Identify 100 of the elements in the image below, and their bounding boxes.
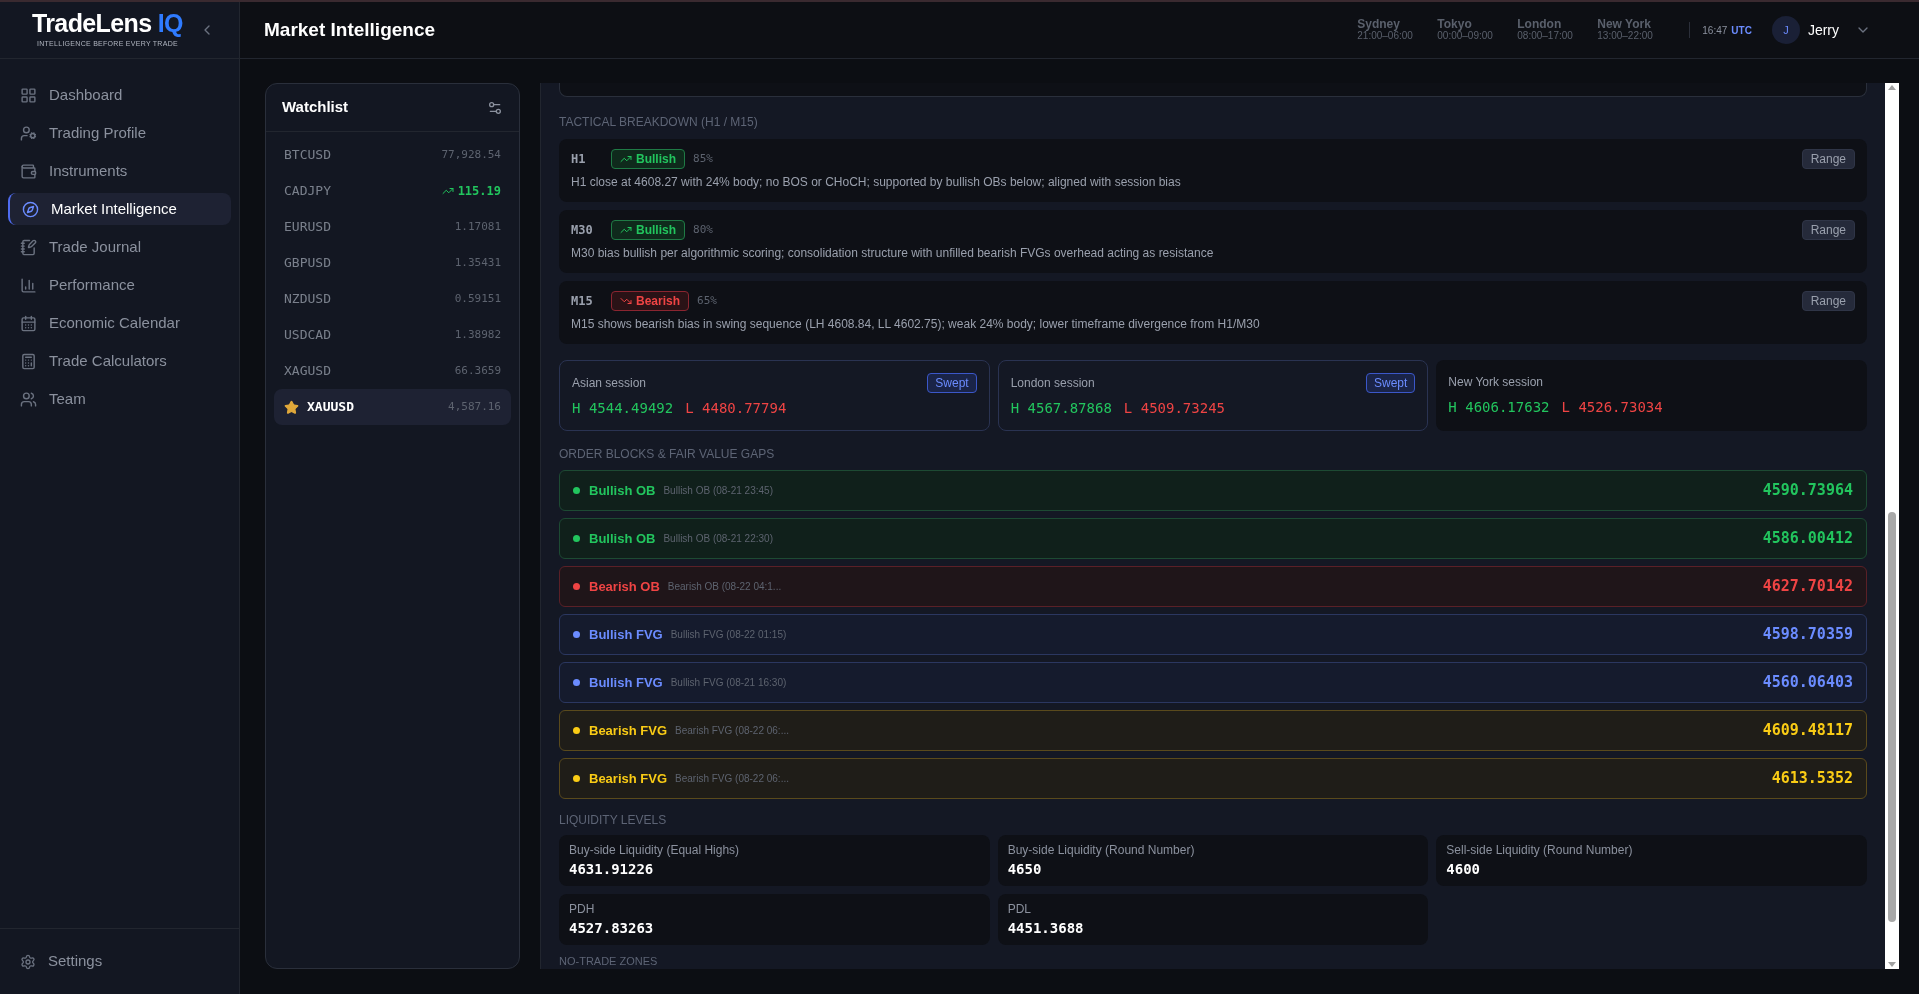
nav-item[interactable]: Trade Journal bbox=[8, 231, 231, 263]
zone-price: 4627.70142 bbox=[1762, 576, 1853, 598]
clock-timezone: UTC bbox=[1731, 23, 1752, 38]
section-heading: ORDER BLOCKS & FAIR VALUE GAPS bbox=[559, 446, 776, 463]
session-low: L 4509.73245 bbox=[1123, 399, 1225, 418]
zone-label: Bullish FVG bbox=[589, 625, 663, 644]
zone-detail: Bearish OB (08-22 04:1... bbox=[667, 580, 782, 594]
notebook-icon bbox=[20, 238, 37, 256]
liquidity-label: Buy-side Liquidity (Equal Highs) bbox=[569, 842, 741, 859]
watchlist-price: 1.17081 bbox=[454, 218, 501, 235]
watchlist-price: 1.35431 bbox=[454, 254, 501, 271]
structure-tag: Range bbox=[1801, 291, 1855, 311]
watchlist-price: 115.19 bbox=[457, 183, 501, 200]
page-title: Market Intelligence bbox=[264, 17, 436, 42]
bias-tag: Bearish bbox=[611, 291, 690, 311]
timeframe-note: M30 bias bullish per algorithmic scoring; consolidation structure with unfilled bearish FVGs overhead acting as resistance bbox=[571, 245, 1215, 262]
session-hours: 13:00–22:00 bbox=[1597, 31, 1654, 42]
confidence-value: 65% bbox=[697, 292, 717, 309]
nav-item[interactable]: Instruments bbox=[8, 155, 231, 187]
watchlist-price: 66.3659 bbox=[454, 362, 501, 379]
scrollbar[interactable] bbox=[1885, 83, 1899, 969]
session-low: L 4526.73034 bbox=[1561, 398, 1663, 417]
session-name: New York session bbox=[1448, 374, 1544, 391]
watchlist-row[interactable]: BTCUSD 77,928.54 bbox=[274, 137, 511, 173]
watchlist-symbol: BTCUSD bbox=[284, 146, 331, 165]
watchlist-row[interactable]: GBPUSD 1.35431 bbox=[274, 245, 511, 281]
liquidity-value: 4600 bbox=[1446, 860, 1482, 879]
watchlist-price: 77,928.54 bbox=[441, 146, 501, 163]
session-low: L 4480.77794 bbox=[685, 399, 787, 418]
confidence-value: 80% bbox=[693, 221, 713, 238]
wallet-icon bbox=[20, 162, 37, 180]
liquidity-value: 4631.91226 bbox=[569, 860, 655, 879]
zone-detail: Bullish FVG (08-21 16:30) bbox=[670, 676, 787, 690]
nav-item[interactable]: Market Intelligence bbox=[8, 193, 231, 225]
calculator-icon bbox=[20, 352, 37, 370]
zone-price: 4598.70359 bbox=[1762, 624, 1853, 646]
timeframe-label: M30 bbox=[571, 222, 594, 239]
liquidity-label: PDL bbox=[1007, 901, 1032, 918]
session-city: Tokyo bbox=[1437, 18, 1472, 32]
zone-label: Bearish FVG bbox=[589, 721, 668, 740]
user-name[interactable]: Jerry bbox=[1807, 19, 1839, 41]
session-hours: 08:00–17:00 bbox=[1517, 31, 1574, 42]
zone-price: 4560.06403 bbox=[1762, 672, 1853, 694]
compass-icon bbox=[22, 200, 39, 218]
nav-item[interactable]: Trade Calculators bbox=[8, 345, 231, 377]
zone-label: Bullish OB bbox=[589, 481, 656, 500]
watchlist-symbol: USDCAD bbox=[284, 326, 331, 345]
users-icon bbox=[20, 390, 37, 408]
trend-down-icon bbox=[620, 295, 632, 307]
liquidity-label: Buy-side Liquidity (Round Number) bbox=[1007, 842, 1196, 859]
section-heading: TACTICAL BREAKDOWN (H1 / M15) bbox=[559, 114, 759, 131]
watchlist-row[interactable]: XAGUSD 66.3659 bbox=[274, 353, 511, 389]
watchlist-row[interactable]: USDCAD 1.38982 bbox=[274, 317, 511, 353]
session-name: London session bbox=[1010, 375, 1095, 392]
dashboard-icon bbox=[20, 86, 37, 104]
zone-price: 4609.48117 bbox=[1762, 720, 1853, 742]
nav-item[interactable]: Trading Profile bbox=[8, 117, 231, 149]
star-icon bbox=[284, 399, 299, 415]
bar-chart-icon bbox=[20, 276, 37, 294]
watchlist-row[interactable]: EURUSD 1.17081 bbox=[274, 209, 511, 245]
nav-item[interactable]: Team bbox=[8, 383, 231, 415]
sliders-icon[interactable] bbox=[487, 99, 503, 116]
zone-label: Bearish OB bbox=[589, 577, 660, 596]
liquidity-label: PDH bbox=[569, 901, 596, 918]
zone-label: Bullish OB bbox=[589, 529, 656, 548]
liquidity-label: Sell-side Liquidity (Round Number) bbox=[1446, 842, 1634, 859]
watchlist-symbol: NZDUSD bbox=[284, 290, 331, 309]
session-high: H 4606.17632 bbox=[1448, 398, 1550, 417]
trend-up-icon bbox=[441, 185, 454, 197]
session-high: H 4544.49492 bbox=[572, 399, 674, 418]
watchlist-row[interactable]: XAUUSD 4,587.16 bbox=[274, 389, 511, 425]
watchlist-row[interactable]: CADJPY 115.19 bbox=[274, 173, 511, 209]
zone-detail: Bullish OB (08-21 23:45) bbox=[663, 484, 773, 498]
user-avatar[interactable]: J bbox=[1771, 16, 1800, 44]
session-city: London bbox=[1517, 18, 1562, 32]
bias-tag: Bullish bbox=[611, 149, 685, 169]
nav-item[interactable]: Performance bbox=[8, 269, 231, 301]
watchlist-symbol: CADJPY bbox=[284, 182, 331, 201]
watchlist-title: Watchlist bbox=[282, 97, 349, 118]
structure-tag: Range bbox=[1801, 149, 1855, 169]
session-city: Sydney bbox=[1357, 18, 1400, 32]
zone-price: 4590.73964 bbox=[1762, 480, 1853, 502]
zone-label: Bullish FVG bbox=[589, 673, 663, 692]
nav-item[interactable]: Dashboard bbox=[8, 79, 231, 111]
session-name: Asian session bbox=[572, 375, 647, 392]
zone-price: 4586.00412 bbox=[1762, 528, 1853, 550]
zone-label: Bearish FVG bbox=[589, 769, 668, 788]
watchlist-price: 4,587.16 bbox=[448, 398, 501, 415]
calendar-icon bbox=[20, 314, 37, 332]
zone-price: 4613.5352 bbox=[1771, 768, 1853, 790]
swept-tag: Swept bbox=[927, 373, 977, 393]
watchlist-row[interactable]: NZDUSD 0.59151 bbox=[274, 281, 511, 317]
nav-item[interactable]: Economic Calendar bbox=[8, 307, 231, 339]
watchlist-symbol: GBPUSD bbox=[284, 254, 331, 273]
watchlist-price: 1.38982 bbox=[454, 326, 501, 343]
watchlist-symbol: XAUUSD bbox=[307, 398, 354, 417]
watchlist-symbol: XAGUSD bbox=[284, 362, 331, 381]
settings-item[interactable]: Settings bbox=[20, 950, 103, 973]
trend-up-icon bbox=[620, 224, 632, 236]
section-heading: LIQUIDITY LEVELS bbox=[559, 812, 668, 829]
